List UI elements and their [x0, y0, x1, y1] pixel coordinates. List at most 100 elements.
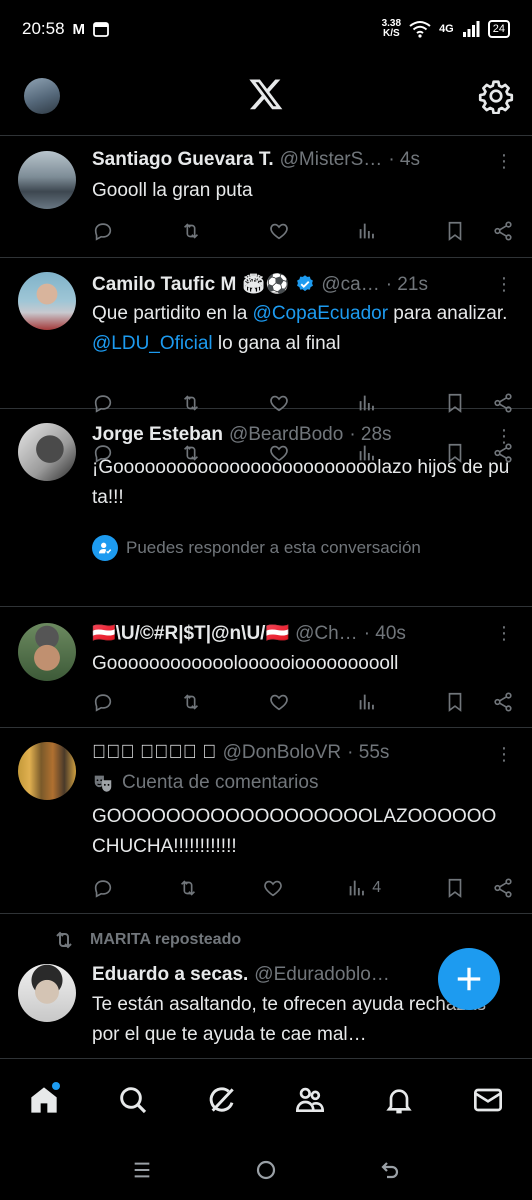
mention-link[interactable]: @LDU_Oficial [92, 333, 213, 354]
avatar[interactable] [18, 151, 76, 209]
like-button[interactable] [262, 877, 284, 899]
repost-button[interactable] [180, 442, 202, 464]
top-bar [0, 58, 532, 136]
bookmark-button[interactable] [444, 691, 466, 713]
more-icon[interactable]: ⋮ [494, 151, 514, 171]
nav-messages[interactable] [468, 1080, 508, 1120]
reply-icon [94, 694, 112, 712]
like-button[interactable] [268, 220, 290, 242]
tweet-text: Gooooooooooooloooooioooooooooll [92, 653, 399, 674]
tweet-timestamp: · 55s [347, 742, 404, 768]
avatar[interactable] [18, 623, 76, 681]
status-bar: 20:58 M 3.38 K/S 4G 24 [0, 0, 532, 58]
views-button[interactable]: 4 [346, 877, 381, 899]
bottom-nav [0, 1058, 532, 1140]
like-button[interactable] [268, 442, 290, 464]
share-button[interactable] [492, 691, 514, 713]
tweet[interactable]: Santiago Guevara T. @MisterS… · 4s ⋮ Goo… [0, 137, 532, 258]
x-logo-icon[interactable] [248, 76, 284, 112]
repost-button[interactable] [177, 877, 199, 899]
tweet[interactable]: Jorge Esteban @BeardBodo · 28s ⋮ ¡Gooooo… [0, 409, 532, 607]
tweet-timestamp: · 40s [363, 623, 406, 644]
nav-home[interactable] [24, 1080, 64, 1120]
bookmark-button[interactable] [444, 442, 466, 464]
share-button[interactable] [492, 442, 514, 464]
tweet-actions [92, 219, 514, 243]
tweet-author-name[interactable]: ⒹⓄⓃ ⒷⓄⓁⓄ  [92, 742, 217, 764]
home-system-button[interactable] [251, 1155, 281, 1185]
recents-button[interactable] [127, 1155, 157, 1185]
communities-icon [296, 1087, 325, 1112]
tweet-author-name[interactable]: Eduardo a secas. [92, 964, 248, 986]
bookmark-button[interactable] [444, 877, 466, 899]
avatar[interactable] [18, 423, 76, 481]
nav-notifications[interactable] [379, 1080, 419, 1120]
back-icon [381, 1162, 399, 1179]
search-icon [120, 1086, 147, 1113]
bookmark-icon [448, 692, 462, 712]
share-icon [494, 692, 512, 712]
more-icon[interactable]: ⋮ [494, 274, 514, 294]
share-button[interactable] [492, 877, 514, 899]
messages-icon [473, 1088, 502, 1111]
compose-button[interactable] [438, 948, 500, 1010]
circle-icon [256, 1160, 276, 1180]
tweet[interactable]: 🇦🇹\U/©#R|$T|@n\U/🇦🇹 @Ch… · 40s ⋮ Goooooo… [0, 607, 532, 728]
bookmark-icon [448, 443, 462, 463]
more-icon[interactable]: ⋮ [494, 744, 514, 764]
repost-icon [180, 880, 195, 896]
nav-grok[interactable] [202, 1080, 242, 1120]
repost-icon [56, 931, 72, 949]
tweet[interactable]: Camilo Taufic M 🏟⚽ @ca… · 21s ⋮ Que part… [0, 258, 532, 413]
avatar[interactable] [18, 964, 76, 1022]
plus-icon [457, 967, 481, 991]
like-button[interactable] [268, 691, 290, 713]
repost-button[interactable] [180, 220, 202, 242]
repost-icon [183, 223, 199, 239]
tweet-author-handle: @Eduradoblo… [254, 964, 390, 985]
verified-badge-icon [297, 275, 314, 292]
status-time: 20:58 [22, 19, 65, 38]
tweet-author-name[interactable]: 🇦🇹\U/©#R|$T|@n\U/🇦🇹 [92, 621, 289, 645]
tweet-author-handle: @DonBoloVR [223, 742, 355, 768]
network-type: 4G [439, 23, 454, 35]
tweet-timestamp: · 4s [388, 149, 420, 170]
reply-button[interactable] [92, 691, 114, 713]
gmail-icon: M [72, 20, 86, 38]
views-button[interactable] [356, 691, 378, 713]
views-icon [359, 445, 374, 461]
mention-link[interactable]: @CopaEcuador [253, 303, 388, 324]
share-icon [494, 221, 512, 241]
calendar-icon [93, 22, 109, 37]
menu-icon [134, 1162, 150, 1178]
back-button[interactable] [375, 1155, 405, 1185]
views-button[interactable] [356, 220, 378, 242]
views-button[interactable] [356, 442, 378, 464]
tweet[interactable]: ⒹⓄⓃ ⒷⓄⓁⓄ  @DonBoloVR · 55s ⋮ Cuenta de … [0, 728, 532, 914]
avatar[interactable] [18, 742, 76, 800]
views-icon [359, 694, 374, 710]
views-icon [359, 223, 374, 239]
tweet-author-name[interactable]: Camilo Taufic M 🏟⚽ [92, 272, 289, 296]
share-button[interactable] [492, 220, 514, 242]
reply-permission-note: Puedes responder a esta conversación [92, 535, 421, 561]
reply-button[interactable] [92, 877, 114, 899]
bookmark-button[interactable] [444, 220, 466, 242]
unread-dot [52, 1081, 61, 1090]
tweet-author-handle: @MisterS… [279, 149, 383, 170]
reply-button[interactable] [92, 442, 114, 464]
avatar[interactable] [24, 78, 60, 114]
avatar[interactable] [18, 272, 76, 330]
timeline: Santiago Guevara T. @MisterS… · 4s ⋮ Goo… [0, 137, 532, 1054]
tweet-author-name[interactable]: Santiago Guevara T. [92, 149, 274, 171]
signal-icon [462, 21, 480, 37]
gear-icon[interactable] [478, 78, 514, 114]
reply-button[interactable] [92, 220, 114, 242]
more-icon[interactable]: ⋮ [494, 623, 514, 643]
nav-communities[interactable] [290, 1080, 330, 1120]
tweet-author-handle: @ca… [321, 274, 380, 295]
nav-search[interactable] [113, 1080, 153, 1120]
reply-icon [94, 445, 112, 463]
repost-button[interactable] [180, 691, 202, 713]
tweet-actions [92, 441, 514, 465]
